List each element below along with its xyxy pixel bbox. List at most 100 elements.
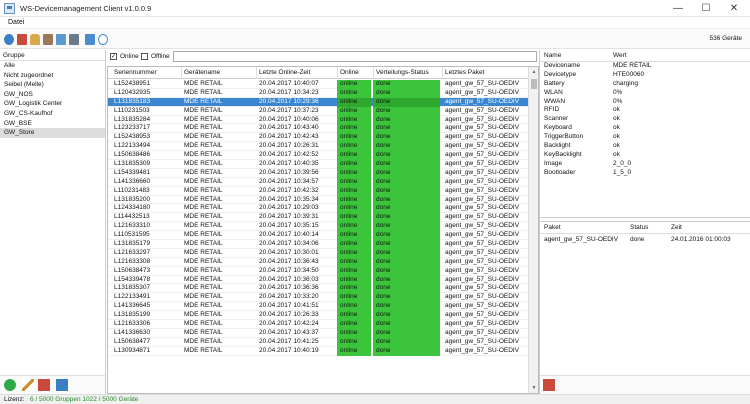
column-header[interactable]: Verteilungs-Status [376,69,429,76]
table-row[interactable]: L110231503 MDE RETAIL 20.04.2017 10:37:23 o… [108,106,528,116]
table-cell: 20.04.2017 10:29:36 [259,97,319,105]
close-button[interactable]: ✕ [720,0,748,17]
table-cell: online [337,186,371,196]
package-icon[interactable] [43,34,53,45]
table-cell: 20.04.2017 10:34:23 [259,88,319,96]
table-cell: agent_gw_57_SU-OEDIV [445,186,520,194]
table-row[interactable]: L154339481 MDE RETAIL 20.04.2017 10:39:56 o… [108,168,528,178]
column-header[interactable]: Seriennummer [114,69,157,76]
vertical-scrollbar[interactable]: ▲ ▼ [528,67,538,393]
table-row[interactable]: L110231483 MDE RETAIL 20.04.2017 10:42:32 o… [108,186,528,196]
info-icon[interactable] [85,34,95,45]
column-header[interactable]: Letztes Paket [445,69,484,76]
upload-icon[interactable] [56,34,66,45]
column-separator[interactable] [181,67,182,79]
group-item[interactable]: GW_Logistik Center [0,99,105,109]
offline-checkbox[interactable] [141,53,148,60]
table-cell: L150638486 [114,151,151,159]
table-cell: 20.04.2017 10:41:51 [259,302,319,310]
maximize-button[interactable]: ☐ [692,0,720,17]
delete-package-icon[interactable] [543,379,555,391]
table-row[interactable]: L141336660 MDE RETAIL 20.04.2017 10:34:57 o… [108,177,528,187]
online-checkbox[interactable]: ✓ [110,53,117,60]
table-row[interactable]: L121633310 MDE RETAIL 20.04.2017 10:35:15 o… [108,222,528,232]
column-separator[interactable] [256,67,257,79]
table-cell: 20.04.2017 10:39:31 [259,213,319,221]
table-cell: online [337,266,371,276]
minimize-button[interactable]: — [664,0,692,17]
table-row[interactable]: L120432935 MDE RETAIL 20.04.2017 10:34:23 o… [108,88,528,98]
table-row[interactable]: L150638486 MDE RETAIL 20.04.2017 10:42:52 o… [108,151,528,161]
table-row[interactable]: L131835179 MDE RETAIL 20.04.2017 10:34:06 o… [108,240,528,249]
table-cell: online [337,204,371,214]
table-row[interactable]: L131835199 MDE RETAIL 20.04.2017 10:26:33 o… [108,311,528,321]
add-group-icon[interactable] [4,379,16,391]
column-separator[interactable] [337,67,338,79]
group-item[interactable]: Nicht zugeordnet [0,71,105,81]
group-item[interactable]: GW_BSE [0,119,105,129]
table-row[interactable]: L150638473 MDE RETAIL 20.04.2017 10:34:50 o… [108,266,528,276]
table-cell: agent_gw_57_SU-OEDIV [445,213,520,221]
table-row[interactable]: L152438951 MDE RETAIL 20.04.2017 10:40:07 o… [108,80,528,89]
group-item[interactable]: Alle [0,61,105,71]
table-cell: agent_gw_57_SU-OEDIV [445,240,520,248]
table-cell: online [337,231,371,241]
package-row[interactable]: agent_gw_57_SU-OEDIV done 24.01.2016 01:00… [540,234,750,245]
table-row[interactable]: L152438953 MDE RETAIL 20.04.2017 10:42:43 o… [108,133,528,143]
table-cell: 20.04.2017 10:40:19 [259,346,319,354]
column-header[interactable]: Online [340,69,359,76]
menu-file[interactable]: Datei [8,19,24,26]
table-row[interactable]: L110531595 MDE RETAIL 20.04.2017 10:40:14 o… [108,231,528,241]
table-row[interactable]: L141336630 MDE RETAIL 20.04.2017 10:43:37 o… [108,328,528,338]
table-row[interactable]: L141336645 MDE RETAIL 20.04.2017 10:41:51 o… [108,302,528,312]
device-icon[interactable] [69,34,79,45]
property-name: Scanner [544,115,569,123]
table-cell: MDE RETAIL [184,257,223,265]
table-row[interactable]: L122133494 MDE RETAIL 20.04.2017 10:26:31 o… [108,142,528,152]
table-row[interactable]: L131835309 MDE RETAIL 20.04.2017 10:40:35 o… [108,160,528,169]
delete-icon[interactable] [17,34,27,45]
clock-icon[interactable] [98,34,108,45]
column-header[interactable]: Gerätename [184,69,220,76]
table-cell: MDE RETAIL [184,222,223,230]
group-item[interactable]: GW_Store [0,128,105,138]
table-row[interactable]: L131835307 MDE RETAIL 20.04.2017 10:36:36 o… [108,284,528,294]
delete-group-icon[interactable] [38,379,50,391]
table-row[interactable]: L131835284 MDE RETAIL 20.04.2017 10:40:06 o… [108,115,528,125]
property-value: 0% [613,88,623,96]
table-row[interactable]: L131835200 MDE RETAIL 20.04.2017 10:35:34 o… [108,195,528,205]
table-cell: MDE RETAIL [184,337,223,345]
scroll-up-icon[interactable]: ▲ [531,69,537,75]
group-item[interactable]: GW_CS-Kaufhof [0,109,105,119]
table-row[interactable]: L121633308 MDE RETAIL 20.04.2017 10:36:43 o… [108,257,528,267]
table-row[interactable]: L121633306 MDE RETAIL 20.04.2017 10:42:24 o… [108,320,528,329]
table-row[interactable]: L114432513 MDE RETAIL 20.04.2017 10:39:31 o… [108,213,528,223]
table-row[interactable]: L124334180 MDE RETAIL 20.04.2017 10:29:03 o… [108,204,528,214]
table-row[interactable]: L121633297 MDE RETAIL 20.04.2017 10:30:01 o… [108,248,528,258]
folder-icon[interactable] [30,34,40,45]
table-row[interactable]: L131835183 MDE RETAIL 20.04.2017 10:29:36 o… [108,97,528,107]
table-row[interactable]: L122133491 MDE RETAIL 20.04.2017 10:33:20 o… [108,293,528,303]
column-separator[interactable] [373,67,374,79]
table-cell: MDE RETAIL [184,311,223,319]
column-header[interactable]: Letzte Online-Zeit [259,69,310,76]
group-item[interactable]: Seibel (Melle) [0,80,105,90]
table-row[interactable]: L154339478 MDE RETAIL 20.04.2017 10:36:03 o… [108,275,528,285]
table-row[interactable]: L150638477 MDE RETAIL 20.04.2017 10:41:25 o… [108,337,528,347]
table-cell: MDE RETAIL [184,168,223,176]
scroll-thumb[interactable] [531,79,537,89]
move-left-icon[interactable] [56,379,68,391]
table-cell: L121633310 [114,222,151,230]
table-cell: MDE RETAIL [184,195,223,203]
refresh-icon[interactable] [4,34,14,45]
table-row[interactable]: L130934871 MDE RETAIL 20.04.2017 10:40:19 o… [108,346,528,356]
edit-group-icon[interactable] [22,379,34,391]
search-input[interactable] [173,51,537,62]
group-item[interactable]: GW_NOS [0,90,105,100]
device-panel: ✓ Online Offline Seriennummer Gerätename L… [107,50,539,394]
device-grid: Seriennummer Gerätename Letzte Online-Zeit… [107,66,539,394]
column-separator[interactable] [442,67,443,79]
property-row: WLAN 0% [540,89,750,98]
table-row[interactable]: L123233717 MDE RETAIL 20.04.2017 10:43:40 o… [108,124,528,134]
scroll-down-icon[interactable]: ▼ [531,385,537,391]
